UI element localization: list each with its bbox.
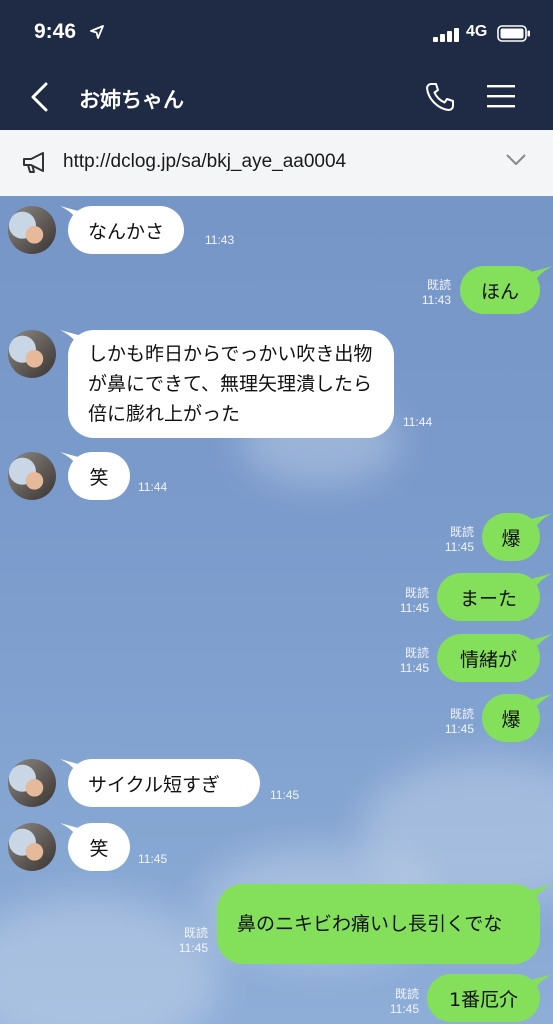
message-bubble-incoming[interactable]: 笑	[68, 823, 130, 871]
bubble-tail	[531, 974, 553, 994]
chat-message-list[interactable]: なんかさ 11:43 既読 11:43 ほん しかも昨日からでっかい吹き出物が鼻…	[0, 196, 553, 1024]
message-bubble-incoming[interactable]: 笑	[68, 452, 130, 500]
message-meta: 11:44	[138, 480, 167, 495]
sender-avatar[interactable]	[8, 330, 56, 378]
message-bubble-incoming[interactable]: サイクル短すぎ	[68, 759, 260, 807]
message-time: 11:45	[399, 601, 429, 615]
chat-title: お姉ちゃん	[79, 88, 184, 112]
message-time: 11:45	[138, 852, 168, 866]
message-bubble-incoming[interactable]: しかも昨日からでっかい吹き出物が鼻にできて、無理矢理潰したら倍に膨れ上がった	[68, 330, 394, 438]
message-text: 情緒が	[459, 648, 517, 671]
message-meta: 11:45	[138, 852, 167, 867]
bubble-tail	[531, 634, 553, 654]
read-receipt: 既読	[404, 646, 429, 660]
message-bubble-outgoing[interactable]: ほん	[460, 266, 540, 314]
sender-avatar[interactable]	[8, 823, 56, 871]
read-receipt: 既読	[183, 926, 208, 940]
message-text: 笑	[89, 466, 109, 489]
read-receipt: 既読	[394, 987, 419, 1001]
chat-header: お姉ちゃん	[0, 64, 553, 130]
message-text: なんかさ	[88, 220, 165, 243]
bubble-tail	[531, 513, 553, 533]
message-meta: 既読 11:45	[383, 586, 429, 616]
sender-avatar[interactable]	[8, 206, 56, 254]
megaphone-icon	[23, 152, 44, 173]
message-time: 11:44	[138, 480, 168, 494]
message-time: 11:45	[399, 661, 429, 675]
message-meta: 11:44	[403, 415, 432, 430]
network-type: 4G	[466, 23, 488, 40]
message-text: サイクル短すぎ	[88, 773, 221, 796]
read-receipt: 既読	[404, 586, 429, 600]
sender-avatar[interactable]	[8, 759, 56, 807]
bubble-tail	[531, 573, 553, 593]
message-bubble-incoming[interactable]: なんかさ	[68, 206, 185, 254]
message-text: 笑	[89, 837, 109, 860]
message-text: 爆	[501, 708, 521, 731]
message-time: 11:45	[444, 540, 474, 554]
message-text: 鼻のニキビわ痛いし長引くでな	[237, 913, 503, 935]
message-time: 11:44	[403, 415, 433, 429]
bubble-tail	[531, 884, 553, 904]
menu-icon[interactable]	[487, 84, 515, 108]
bubble-tail	[531, 266, 553, 286]
announcement-bar[interactable]: http://dclog.jp/sa/bkj_aye_aa0004	[0, 130, 553, 196]
background-cloud	[0, 896, 220, 1024]
chevron-down-icon[interactable]	[505, 152, 527, 168]
message-time: 11:45	[178, 941, 208, 955]
message-time: 11:45	[444, 722, 474, 736]
bubble-tail	[531, 694, 553, 714]
message-bubble-outgoing[interactable]: 情緒が	[437, 634, 540, 682]
message-meta: 既読 11:45	[428, 707, 474, 737]
message-time: 11:43	[205, 233, 235, 247]
status-bar: 9:46 4G	[0, 0, 553, 64]
message-text: しかも昨日からでっかい吹き出物が鼻にできて、無理矢理潰したら倍に膨れ上がった	[88, 343, 373, 425]
message-meta: 11:45	[270, 788, 299, 803]
message-time: 11:45	[389, 1002, 419, 1016]
message-meta: 既読 11:43	[405, 278, 451, 308]
location-arrow-icon	[90, 25, 104, 39]
message-text: ほん	[480, 280, 519, 303]
message-meta: 既読 11:45	[162, 926, 208, 956]
message-text: 爆	[501, 527, 521, 550]
announcement-text: http://dclog.jp/sa/bkj_aye_aa0004	[63, 151, 347, 172]
message-time: 11:45	[270, 788, 300, 802]
sender-avatar[interactable]	[8, 452, 56, 500]
phone-call-icon[interactable]	[424, 81, 456, 113]
message-time: 11:43	[421, 293, 451, 307]
message-bubble-outgoing[interactable]: まーた	[437, 573, 540, 621]
status-time: 9:46	[34, 20, 77, 43]
battery-icon	[497, 25, 530, 42]
back-arrow-icon[interactable]	[28, 82, 50, 112]
signal-strength-icon	[433, 28, 459, 42]
read-receipt: 既読	[449, 707, 474, 721]
message-meta: 既読 11:45	[383, 646, 429, 676]
message-meta: 既読 11:45	[428, 525, 474, 555]
message-meta: 11:43	[205, 233, 234, 248]
read-receipt: 既読	[426, 278, 451, 292]
message-meta: 既読 11:45	[373, 987, 419, 1017]
read-receipt: 既読	[449, 525, 474, 539]
message-text: まーた	[459, 587, 517, 610]
message-text: 1番厄介	[448, 988, 519, 1011]
message-bubble-outgoing[interactable]: 1番厄介	[427, 974, 540, 1022]
message-bubble-outgoing[interactable]: 鼻のニキビわ痛いし長引くでな	[217, 884, 540, 964]
